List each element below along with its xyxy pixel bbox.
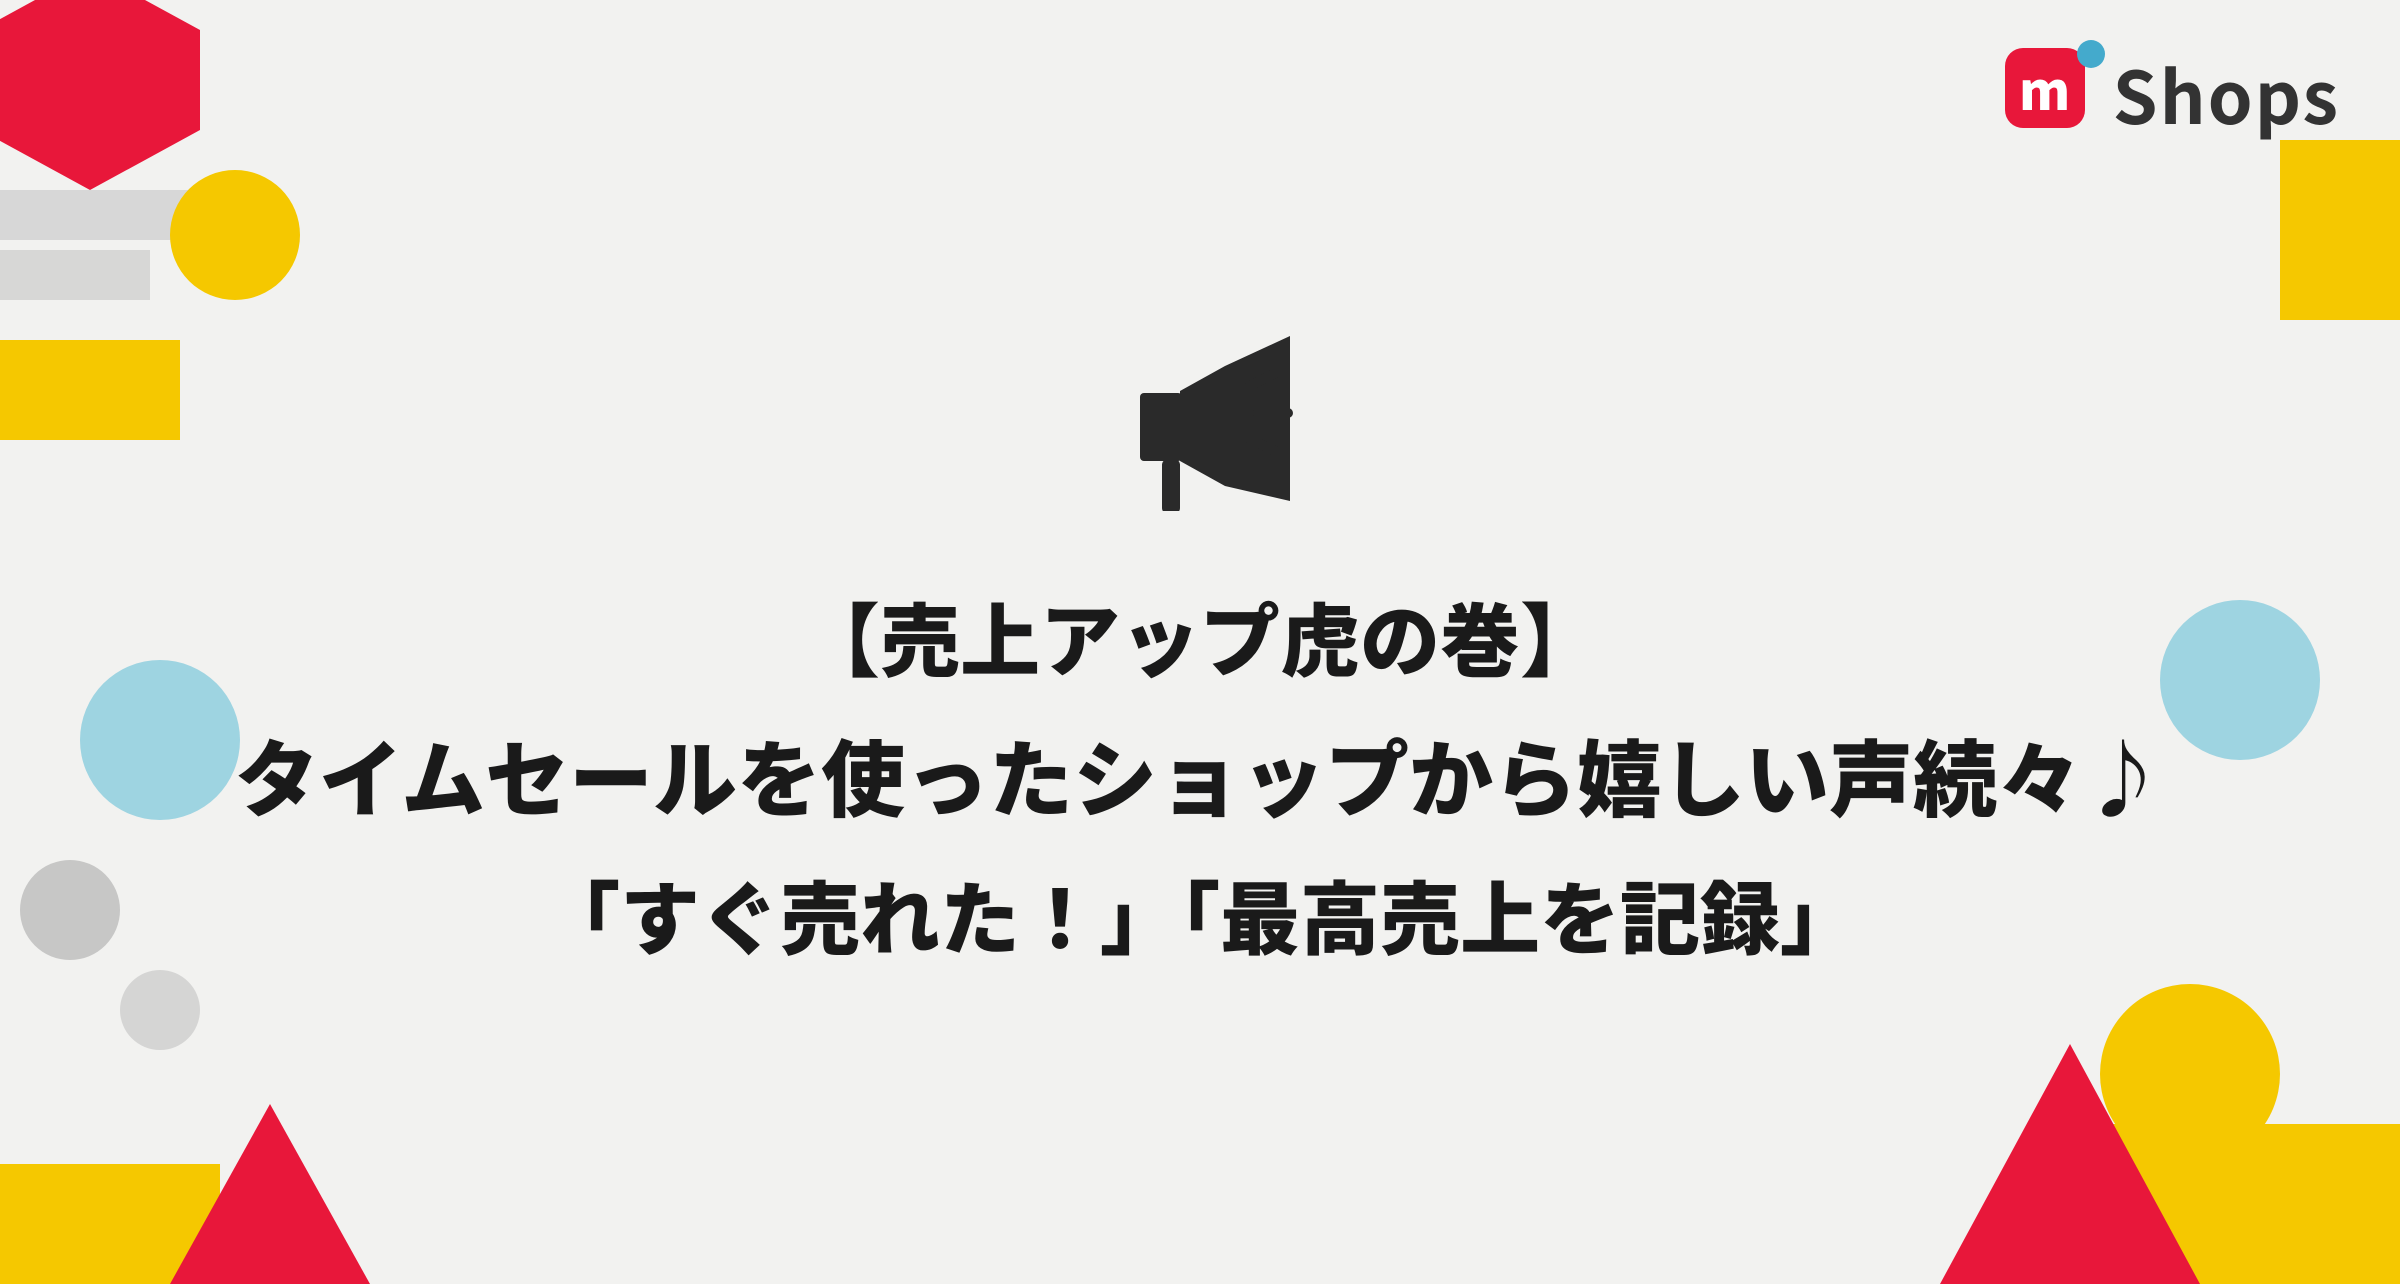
main-title-line2: タイムセールを使ったショップから嬉しい声続々♪ bbox=[235, 712, 2165, 838]
main-content: 【売上アップ虎の巻】 タイムセールを使ったショップから嬉しい声続々♪ 「すぐ売れ… bbox=[0, 0, 2400, 1284]
logo-m-letter: m bbox=[2019, 62, 2070, 114]
megaphone-icon bbox=[1100, 311, 1300, 511]
logo-dot bbox=[2077, 40, 2105, 68]
main-title-line1: 【売上アップ虎の巻】 bbox=[235, 576, 2165, 696]
main-title-line3: 「すぐ売れた！」「最高売上を記録」 bbox=[235, 854, 2165, 974]
logo-area: m Shops bbox=[2005, 40, 2340, 145]
logo-m-icon: m bbox=[2005, 48, 2095, 138]
logo-m-background: m bbox=[2005, 48, 2085, 128]
megaphone-icon-wrapper bbox=[1100, 311, 1300, 516]
main-text-block: 【売上アップ虎の巻】 タイムセールを使ったショップから嬉しい声続々♪ 「すぐ売れ… bbox=[235, 576, 2165, 974]
logo-shops-text: Shops bbox=[2113, 40, 2340, 145]
